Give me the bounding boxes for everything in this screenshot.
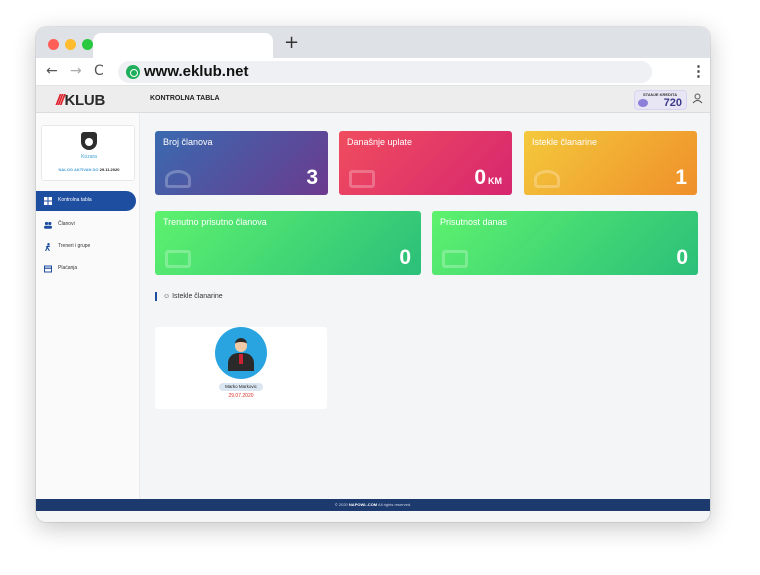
- sidebar-item-label: Plaćanja: [58, 265, 78, 271]
- users-icon: [44, 221, 52, 229]
- club-card: Kozara NALOG AKTIVAN DO 29.11.2020: [41, 125, 135, 181]
- sidebar-item-label: Članovi: [58, 221, 75, 227]
- cash-register-icon: [349, 170, 375, 188]
- reload-icon[interactable]: C: [94, 63, 104, 79]
- card-value: 0 KM: [474, 166, 502, 189]
- card-prisutnost-danas[interactable]: Prisutnost danas 0: [432, 211, 698, 275]
- url-field[interactable]: www.eklub.net: [118, 61, 652, 83]
- users-icon: [165, 170, 191, 188]
- card-value: 3: [306, 166, 318, 189]
- card-istekle-clanarine[interactable]: Istekle članarine 1: [524, 131, 697, 195]
- url-text: www.eklub.net: [144, 63, 249, 80]
- credit-value: 720: [663, 97, 682, 109]
- sidebar: Kozara NALOG AKTIVAN DO 29.11.2020 Kontr…: [36, 113, 140, 499]
- tab-bar: +: [36, 27, 710, 58]
- card-broj-clanova[interactable]: Broj članova 3: [155, 131, 328, 195]
- sidebar-item-label: Treneri i grupe: [58, 243, 91, 249]
- section-title: ☺ Istekle članarine: [155, 292, 223, 301]
- avatar: [215, 327, 267, 379]
- club-name: Kozara: [81, 154, 97, 160]
- dashboard-icon: [44, 197, 52, 205]
- logo-text: KLUB: [64, 92, 106, 109]
- browser-window: + ← → C www.eklub.net ⋮ ///KLUB KONTROLN…: [36, 27, 710, 522]
- expired-member-card[interactable]: Marko Markovic 29.07.2020: [155, 327, 327, 409]
- address-bar: ← → C www.eklub.net ⋮: [36, 58, 710, 86]
- card-danasnje-uplate[interactable]: Današnje uplate 0 KM: [339, 131, 512, 195]
- app-header: ///KLUB KONTROLNA TABLA STANJE KREDITA 7…: [36, 86, 710, 113]
- card-reader-icon: [442, 250, 468, 268]
- card-trenutno-prisutno[interactable]: Trenutno prisutno članova 0: [155, 211, 421, 275]
- member-expiry-date: 29.07.2020: [228, 393, 254, 399]
- sidebar-item-clanovi[interactable]: Članovi: [36, 215, 136, 235]
- user-icon: ☺: [163, 293, 171, 300]
- user-menu-icon[interactable]: [692, 93, 703, 104]
- footer-year: © 2020: [334, 502, 348, 507]
- logo-mark: ///: [56, 92, 64, 109]
- club-crest-icon: [81, 132, 97, 150]
- account-status: NALOG AKTIVAN DO 29.11.2020: [42, 167, 136, 172]
- card-title: Trenutno prisutno članova: [163, 217, 267, 227]
- minimize-window-button[interactable]: [65, 39, 76, 50]
- card-value: 1: [675, 166, 687, 189]
- sidebar-item-placanja[interactable]: Plaćanja: [36, 259, 136, 279]
- sidebar-item-kontrolna-tabla[interactable]: Kontrolna tabla: [36, 191, 136, 211]
- new-tab-button[interactable]: +: [284, 32, 299, 53]
- payment-icon: [44, 265, 52, 273]
- close-window-button[interactable]: [48, 39, 59, 50]
- card-title: Današnje uplate: [347, 137, 413, 147]
- account-status-prefix: NALOG AKTIVAN DO: [58, 167, 99, 172]
- forward-icon[interactable]: →: [70, 63, 82, 79]
- card-title: Prisutnost danas: [440, 217, 508, 227]
- coins-icon: [638, 99, 648, 107]
- footer-brand-link[interactable]: NAPOWL.COM: [349, 502, 377, 507]
- card-title: Broj članova: [163, 137, 213, 147]
- card-value: 0: [676, 246, 688, 269]
- footer: © 2020 NAPOWL.COM All rights reserved.: [36, 499, 710, 511]
- card-value: 0: [399, 246, 411, 269]
- section-title-text: Istekle članarine: [172, 293, 223, 300]
- shield-icon: [126, 65, 140, 79]
- card-unit: KM: [488, 176, 502, 186]
- back-icon[interactable]: ←: [46, 63, 58, 79]
- maximize-window-button[interactable]: [82, 39, 93, 50]
- app-logo[interactable]: ///KLUB: [56, 92, 105, 109]
- account-status-date: 29.11.2020: [99, 167, 120, 172]
- card-title: Istekle članarine: [532, 137, 598, 147]
- user-expired-icon: [534, 170, 560, 188]
- member-name: Marko Markovic: [219, 383, 263, 391]
- sidebar-item-label: Kontrolna tabla: [58, 197, 92, 203]
- trainer-icon: [45, 243, 51, 251]
- browser-menu-icon[interactable]: ⋮: [691, 62, 706, 80]
- footer-rights: All rights reserved.: [378, 502, 412, 507]
- card-reader-icon: [165, 250, 191, 268]
- sidebar-item-treneri-i-grupe[interactable]: Treneri i grupe: [36, 237, 136, 257]
- page-title: KONTROLNA TABLA: [150, 95, 220, 102]
- browser-tab[interactable]: [93, 33, 273, 58]
- credit-balance[interactable]: STANJE KREDITA 720: [634, 90, 687, 110]
